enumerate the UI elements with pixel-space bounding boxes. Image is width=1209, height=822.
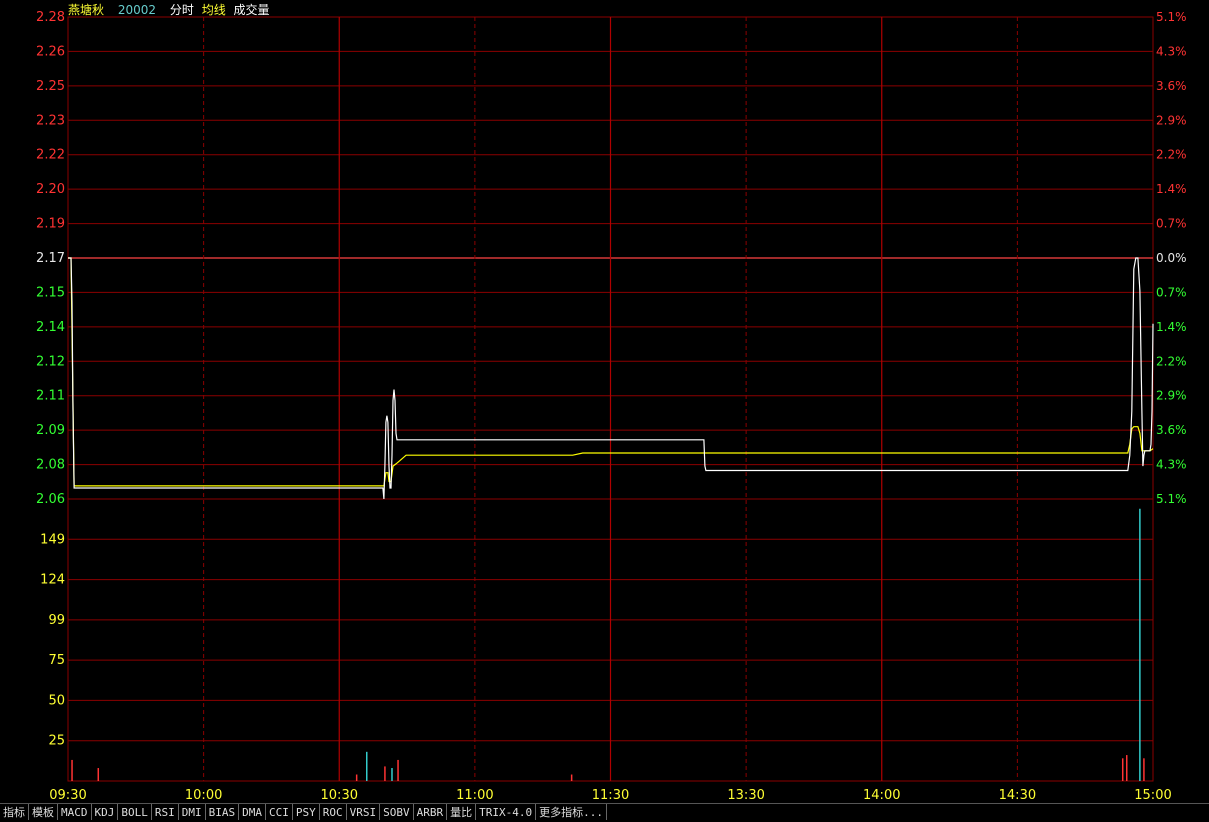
indicator-tab[interactable]: TRIX-4.0 [476,804,537,820]
price-tick-label: 2.23 [36,113,65,128]
indicator-tab[interactable]: PSY [293,804,320,820]
time-tick-label: 10:00 [185,788,222,803]
volume-tick-label: 50 [48,693,65,708]
pct-tick-label: 2.9% [1156,389,1187,403]
indicator-tab[interactable]: ROC [320,804,347,820]
pct-tick-label: 3.6% [1156,423,1187,437]
time-tick-label: 11:00 [456,788,493,803]
indicator-tab[interactable]: DMI [179,804,206,820]
indicator-tab[interactable]: KDJ [92,804,119,820]
volume-tick-label: 99 [48,613,65,628]
pct-tick-label: 0.0% [1156,251,1187,265]
price-tick-label: 2.20 [36,182,65,197]
indicator-tabs: 指标 模板 MACD KDJ BOLL RSI DMI BIAS DMA CCI PSY ROC VRS… [0,803,1209,822]
indicator-tab[interactable]: VRSI [347,804,381,820]
avg-label: 均线 [201,3,226,17]
price-tick-label: 2.19 [36,217,65,232]
indicator-tab[interactable]: BIAS [206,804,240,820]
pct-tick-label: 4.3% [1156,44,1187,58]
volume-tick-label: 149 [40,532,65,547]
indicator-tab[interactable]: DMA [239,804,266,820]
indicator-tab[interactable]: 更多指标... [536,804,607,820]
volume-tick-label: 25 [48,734,65,749]
stock-name: 燕塘秋 [68,3,105,17]
chart-header: 燕塘秋 20002 分时 均线 成交量 [68,1,280,18]
pct-tick-label: 2.2% [1156,354,1187,368]
stock-code: 20002 [117,3,157,17]
price-tick-label: 2.14 [36,320,65,335]
indicator-tab[interactable]: RSI [152,804,179,820]
indicator-tab[interactable]: ARBR [414,804,448,820]
price-tick-label: 2.12 [36,354,65,369]
indicator-tab[interactable]: 量比 [447,804,477,820]
indicator-tab[interactable]: MACD [58,804,92,820]
price-tick-label: 2.17 [36,251,65,266]
price-tick-label: 2.22 [36,148,65,163]
price-tick-label: 2.15 [36,285,65,300]
price-tick-label: 2.26 [36,44,65,59]
time-tick-label: 11:30 [592,788,629,803]
volume-tick-label: 75 [48,653,65,668]
volume-tick-label: 124 [40,573,65,588]
pct-tick-label: 1.4% [1156,182,1187,196]
time-tick-label: 10:30 [321,788,358,803]
intraday-chart[interactable]: 2.28 5.1% 2.26 4.3% 2.25 3.6% 2.23 2.9% 2.22 2.2%… [0,0,1209,803]
price-tick-label: 2.25 [36,79,65,94]
pct-tick-label: 1.4% [1156,320,1187,334]
pct-tick-label: 0.7% [1156,217,1187,231]
price-tick-label: 2.08 [36,458,65,473]
indicator-tab[interactable]: BOLL [118,804,152,820]
pct-tick-label: 5.1% [1156,492,1187,506]
pct-tick-label: 2.2% [1156,148,1187,162]
time-tick-label: 13:30 [727,788,764,803]
time-tick-label: 14:00 [863,788,900,803]
pct-tick-label: 2.9% [1156,113,1187,127]
pct-tick-label: 3.6% [1156,79,1187,93]
price-tick-label: 2.28 [36,10,65,25]
volume-label: 成交量 [233,3,270,17]
price-tick-label: 2.09 [36,423,65,438]
mode-label: 分时 [169,3,194,17]
pct-tick-label: 0.7% [1156,285,1187,299]
price-tick-label: 2.06 [36,492,65,507]
time-tick-label: 09:30 [49,788,86,803]
time-tick-label: 14:30 [999,788,1036,803]
pct-tick-label: 4.3% [1156,458,1187,472]
indicator-tab[interactable]: 指标 [0,804,29,820]
pct-tick-label: 5.1% [1156,10,1187,24]
indicator-tab[interactable]: CCI [266,804,293,820]
price-tick-label: 2.11 [36,389,65,404]
indicator-tab[interactable]: 模板 [29,804,58,820]
indicator-tab[interactable]: SOBV [380,804,414,820]
time-tick-label: 15:00 [1134,788,1171,803]
